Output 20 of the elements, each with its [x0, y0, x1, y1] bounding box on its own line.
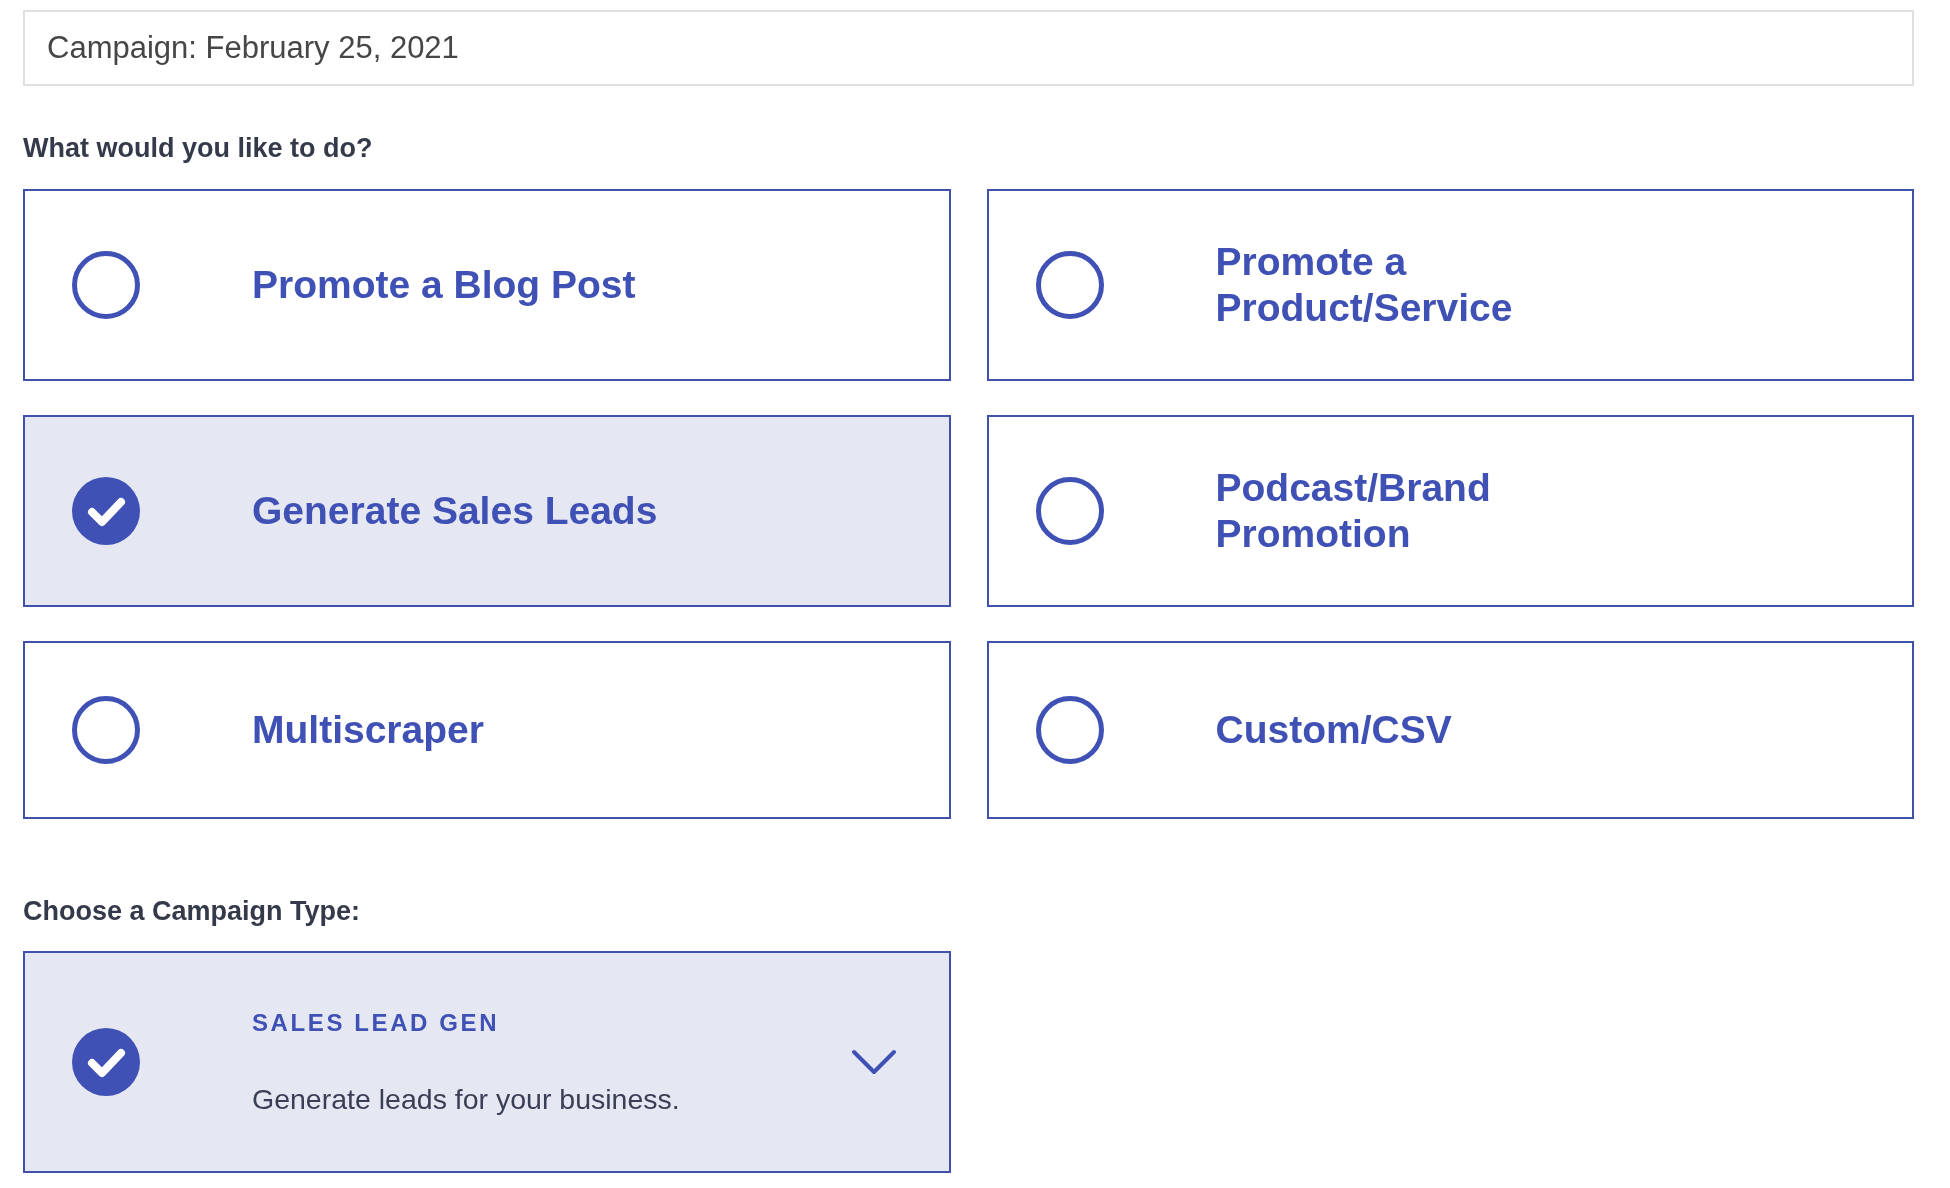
campaign-type-dropdown[interactable]: SALES LEAD GEN Generate leads for your business.	[23, 951, 951, 1173]
goal-option-card[interactable]: Multiscraper	[23, 641, 951, 819]
empty-circle-icon	[1035, 251, 1104, 319]
checked-circle-icon	[72, 477, 140, 545]
empty-circle-icon	[72, 696, 140, 764]
goal-option-card[interactable]: Promote a Blog Post	[23, 189, 951, 381]
campaign-type-description: Generate leads for your business.	[252, 1082, 680, 1116]
campaign-type-title: SALES LEAD GEN	[252, 1008, 500, 1037]
chevron-down-icon	[850, 1049, 897, 1075]
campaign-name-field[interactable]: Campaign: February 25, 2021	[23, 10, 1914, 86]
goal-option-card[interactable]: Custom/CSV	[986, 641, 1914, 819]
checked-circle-icon	[72, 1028, 140, 1096]
section-heading: Choose a Campaign Type:	[23, 895, 361, 927]
goal-option-card[interactable]: Podcast/Brand Promotion	[986, 415, 1914, 607]
empty-circle-icon	[1035, 477, 1104, 545]
goal-option-card[interactable]: Generate Sales Leads	[23, 415, 951, 607]
goal-option-card[interactable]: Promote a Product/Service	[986, 189, 1914, 381]
section-heading: What would you like to do?	[23, 132, 373, 164]
empty-circle-icon	[1035, 696, 1104, 764]
empty-circle-icon	[72, 251, 140, 319]
